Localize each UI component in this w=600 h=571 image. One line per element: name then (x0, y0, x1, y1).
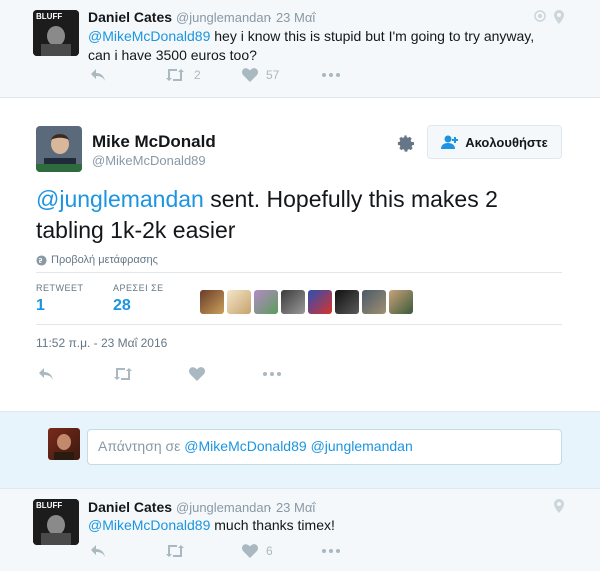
more-button[interactable] (263, 372, 281, 376)
mention-link[interactable]: @junglemandan (36, 186, 204, 212)
liker-avatar[interactable] (254, 290, 278, 314)
tweet-body: much thanks timex! (210, 517, 335, 533)
retweet-stat[interactable]: RETWEET 1 (36, 283, 84, 315)
gear-icon[interactable] (396, 134, 415, 153)
tweet-actions: 6 (90, 544, 340, 558)
tweet-text: @MikeMcDonald89 much thanks timex! (88, 516, 558, 535)
svg-text:BLUFF: BLUFF (36, 12, 62, 21)
like-button[interactable] (189, 367, 263, 381)
tweet-timestamp[interactable]: 11:52 π.μ. - 23 Μαΐ 2016 (36, 336, 167, 350)
likers-avatars (200, 290, 413, 314)
likes-stat-label: ΑΡΕΣΕΙ ΣΕ (113, 283, 164, 293)
more-dots-icon (263, 372, 281, 376)
reply-input[interactable]: Απάντηση σε @MikeMcDonald89 @junglemanda… (87, 429, 562, 465)
author-handle[interactable]: @MikeMcDonald89 (92, 153, 206, 168)
retweet-stat-label: RETWEET (36, 283, 84, 293)
tweet-time[interactable]: · 23 Μαΐ (268, 500, 315, 515)
mention-link[interactable]: @MikeMcDonald89 (88, 517, 210, 533)
liker-avatar[interactable] (389, 290, 413, 314)
reply-button[interactable] (38, 367, 113, 381)
likes-stat-count: 28 (113, 297, 131, 314)
reply-prefix: Απάντηση σε (98, 438, 185, 454)
liker-avatar[interactable] (281, 290, 305, 314)
tweet-actions (38, 367, 281, 381)
svg-text:BLUFF: BLUFF (36, 501, 62, 510)
mention-link[interactable]: @MikeMcDonald89 (88, 28, 210, 44)
author-handle[interactable]: @junglemandan (176, 500, 271, 515)
retweet-count: 2 (194, 68, 201, 82)
avatar[interactable] (36, 126, 82, 172)
more-button[interactable] (322, 73, 340, 77)
reply-mention-2: @junglemandan (310, 438, 413, 454)
corner-icons (554, 499, 564, 513)
like-button[interactable]: 6 (242, 544, 322, 558)
avatar (48, 428, 80, 460)
add-user-icon (441, 135, 459, 149)
tweet-daniel-1[interactable]: BLUFF Daniel Cates @junglemandan · 23 Μα… (0, 0, 600, 98)
corner-icons (534, 10, 564, 24)
retweet-stat-count: 1 (36, 297, 45, 314)
avatar[interactable]: BLUFF (33, 499, 79, 545)
likes-stat[interactable]: ΑΡΕΣΕΙ ΣΕ 28 (113, 283, 164, 315)
retweet-icon (166, 69, 184, 81)
translate-label: Προβολή μετάφρασης (51, 254, 158, 266)
retweet-button[interactable]: 2 (165, 68, 242, 82)
liker-avatar[interactable] (308, 290, 332, 314)
location-pin-icon (554, 10, 564, 24)
retweet-icon (114, 368, 132, 380)
globe-icon (534, 10, 546, 22)
reply-composer: Απάντηση σε @MikeMcDonald89 @junglemanda… (0, 411, 600, 489)
tweet-time[interactable]: · 23 Μαΐ (268, 10, 315, 25)
main-tweet: Mike McDonald @MikeMcDonald89 Ακολουθήστ… (0, 98, 600, 411)
more-dots-icon (322, 73, 340, 77)
author-name[interactable]: Daniel Cates (88, 499, 172, 515)
reply-button[interactable] (90, 544, 165, 558)
liker-avatar[interactable] (335, 290, 359, 314)
author-handle[interactable]: @junglemandan (176, 10, 271, 25)
author-name[interactable]: Daniel Cates (88, 9, 172, 25)
reply-icon (91, 69, 105, 81)
tweet-text: @MikeMcDonald89 hey i know this is stupi… (88, 27, 558, 65)
retweet-icon (166, 545, 184, 557)
tweet-actions: 2 57 (90, 68, 340, 82)
reply-icon (39, 368, 53, 380)
translate-link[interactable]: Προβολή μετάφρασης (36, 254, 158, 266)
like-count: 57 (266, 68, 280, 82)
reply-mention-1: @MikeMcDonald89 (184, 438, 307, 454)
tweet-daniel-2[interactable]: BLUFF Daniel Cates @junglemandan · 23 Μα… (0, 489, 600, 571)
heart-icon (189, 367, 205, 381)
location-pin-icon (554, 499, 564, 513)
author-name[interactable]: Mike McDonald (92, 132, 216, 152)
reply-icon (91, 545, 105, 557)
heart-icon (242, 68, 258, 82)
follow-button[interactable]: Ακολουθήστε (427, 125, 562, 159)
tweet-text: @junglemandan sent. Hopefully this makes… (36, 184, 556, 246)
like-button[interactable]: 57 (242, 68, 322, 82)
more-dots-icon (322, 549, 340, 553)
more-button[interactable] (322, 549, 340, 553)
like-count: 6 (266, 544, 273, 558)
retweet-button[interactable] (165, 544, 242, 558)
liker-avatar[interactable] (362, 290, 386, 314)
retweet-button[interactable] (113, 367, 189, 381)
liker-avatar[interactable] (227, 290, 251, 314)
divider (36, 324, 562, 325)
reply-button[interactable] (90, 68, 165, 82)
globe-icon (36, 254, 47, 266)
liker-avatar[interactable] (200, 290, 224, 314)
follow-label: Ακολουθήστε (465, 134, 548, 150)
divider (36, 272, 562, 273)
avatar[interactable]: BLUFF (33, 10, 79, 56)
heart-icon (242, 544, 258, 558)
